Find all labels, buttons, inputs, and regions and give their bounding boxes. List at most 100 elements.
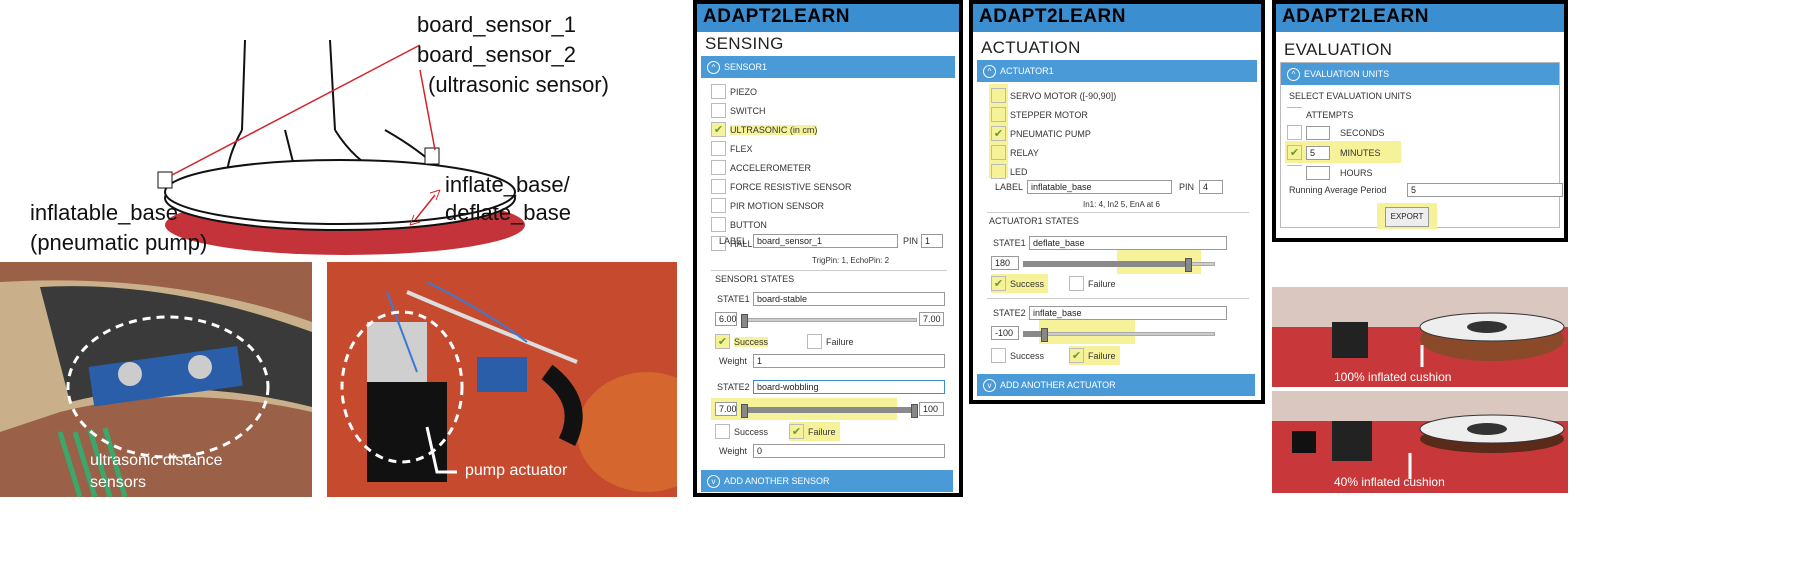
actuator-group-header[interactable]: ^ ACTUATOR1 — [977, 60, 1257, 82]
state1-failure[interactable]: Failure — [1069, 274, 1116, 293]
slider-thumb[interactable] — [1185, 258, 1192, 272]
checkbox[interactable] — [991, 348, 1006, 363]
unit-value[interactable] — [1306, 125, 1330, 140]
option-servo[interactable]: SERVO MOTOR ([-90,90]) — [991, 86, 1243, 105]
slider-fill — [1023, 331, 1041, 337]
checkbox[interactable] — [991, 164, 1006, 179]
state1-min-input[interactable]: 6.00 — [715, 312, 737, 326]
option-pir[interactable]: PIR MOTION SENSOR — [711, 196, 945, 215]
checkbox[interactable] — [1287, 165, 1302, 180]
add-sensor-button[interactable]: v ADD ANOTHER SENSOR — [701, 470, 953, 492]
state2-failure[interactable]: ✔ Failure — [1069, 346, 1120, 365]
state1-name-input[interactable]: deflate_base — [1029, 236, 1227, 250]
state2-name-input[interactable]: board-wobbling — [753, 380, 945, 394]
success-label: Success — [734, 336, 769, 347]
checkbox-checked[interactable]: ✔ — [1069, 348, 1084, 363]
checkbox-checked[interactable]: ✔ — [1287, 145, 1302, 160]
unit-attempts[interactable]: ATTEMPTS — [1287, 105, 1353, 124]
pin-input[interactable]: 1 — [921, 234, 943, 248]
unit-label: ATTEMPTS — [1306, 109, 1354, 120]
checkbox[interactable] — [711, 198, 726, 213]
option-piezo[interactable]: PIEZO — [711, 82, 945, 101]
checkbox-checked[interactable]: ✔ — [991, 276, 1006, 291]
sensor-group-header[interactable]: ^ SENSOR1 — [701, 56, 955, 78]
option-label: PIR MOTION SENSOR — [730, 200, 825, 211]
export-button[interactable]: EXPORT — [1385, 207, 1429, 227]
state1-failure[interactable]: Failure — [807, 332, 854, 351]
label-input[interactable]: board_sensor_1 — [753, 234, 898, 248]
checkbox[interactable] — [711, 103, 726, 118]
checkbox[interactable] — [711, 84, 726, 99]
checkbox[interactable] — [711, 141, 726, 156]
section-title: SENSING — [705, 34, 784, 53]
state1-success[interactable]: ✔ Success — [991, 274, 1049, 293]
success-label: Success — [734, 426, 769, 437]
checkbox[interactable] — [711, 217, 726, 232]
state1-value-input[interactable]: 180 — [991, 256, 1019, 270]
option-flex[interactable]: FLEX — [711, 139, 945, 158]
state2-slider[interactable] — [1023, 328, 1215, 342]
state2-success[interactable]: Success — [991, 346, 1044, 365]
option-label: RELAY — [1010, 147, 1039, 158]
checkbox[interactable] — [711, 160, 726, 175]
checkbox[interactable] — [991, 145, 1006, 160]
slider-thumb[interactable] — [741, 404, 748, 418]
checkbox-checked[interactable]: ✔ — [711, 122, 726, 137]
state1-success[interactable]: ✔ Success — [715, 332, 769, 351]
checkbox[interactable] — [807, 334, 822, 349]
evaluation-group-header[interactable]: ^ EVALUATION UNITS — [1281, 63, 1559, 85]
option-button[interactable]: BUTTON — [711, 215, 945, 234]
success-label: Success — [1010, 278, 1045, 289]
state1-slider[interactable] — [1023, 258, 1215, 272]
option-force[interactable]: FORCE RESISTIVE SENSOR — [711, 177, 945, 196]
state2-value-input[interactable]: -100 — [991, 326, 1019, 340]
checkbox[interactable] — [711, 179, 726, 194]
slider-thumb[interactable] — [1041, 328, 1048, 342]
slider-thumb[interactable] — [741, 314, 748, 328]
unit-value[interactable] — [1306, 165, 1330, 180]
checkbox[interactable] — [991, 107, 1006, 122]
unit-value[interactable]: 5 — [1306, 145, 1330, 160]
option-ultrasonic[interactable]: ✔ ULTRASONIC (in cm) — [711, 120, 945, 139]
state2-name-input[interactable]: inflate_base — [1029, 306, 1227, 320]
state2-failure[interactable]: ✔ Failure — [789, 422, 840, 441]
checkbox[interactable] — [715, 424, 730, 439]
option-led[interactable]: LED — [991, 162, 1243, 181]
option-stepper[interactable]: STEPPER MOTOR — [991, 105, 1243, 124]
state2-weight-input[interactable]: 0 — [753, 444, 945, 458]
unit-seconds[interactable]: SECONDS — [1287, 123, 1385, 142]
checkbox[interactable] — [991, 88, 1006, 103]
checkbox[interactable] — [1069, 276, 1084, 291]
state2-range-slider[interactable] — [741, 404, 918, 418]
state1-max-input[interactable]: 7.00 — [919, 312, 944, 326]
checkbox-checked[interactable]: ✔ — [789, 424, 804, 439]
state2-min-input[interactable]: 7.00 — [715, 402, 737, 416]
option-label: FORCE RESISTIVE SENSOR — [730, 181, 852, 192]
section-title: EVALUATION — [1284, 40, 1393, 59]
slider-thumb[interactable] — [911, 404, 918, 418]
pin-input[interactable]: 4 — [1199, 180, 1223, 194]
checkbox-checked[interactable]: ✔ — [715, 334, 730, 349]
running-average-input[interactable]: 5 — [1407, 183, 1563, 197]
unit-minutes[interactable]: ✔ 5 MINUTES — [1287, 143, 1381, 162]
option-switch[interactable]: SWITCH — [711, 101, 945, 120]
option-accelerometer[interactable]: ACCELEROMETER — [711, 158, 945, 177]
state1-name-input[interactable]: board-stable — [753, 292, 945, 306]
state1-caption: STATE1 — [993, 238, 1026, 248]
state1-range-slider[interactable] — [741, 314, 917, 328]
checkbox-checked[interactable]: ✔ — [991, 126, 1006, 141]
checkbox[interactable] — [1287, 125, 1302, 140]
state2-success[interactable]: Success — [715, 422, 768, 441]
state2-max-input[interactable]: 100 — [919, 402, 944, 416]
label-caption: LABEL — [719, 236, 748, 246]
unit-hours[interactable]: HOURS — [1287, 163, 1373, 182]
app-title: ADAPT2LEARN — [1276, 4, 1564, 32]
add-actuator-button[interactable]: v ADD ANOTHER ACTUATOR — [977, 374, 1255, 396]
pin-hint: TrigPin: 1, EchoPin: 2 — [812, 256, 890, 265]
group-label: EVALUATION UNITS — [1304, 69, 1390, 79]
option-relay[interactable]: RELAY — [991, 143, 1243, 162]
option-pneumatic[interactable]: ✔ PNEUMATIC PUMP — [991, 124, 1243, 143]
state1-weight-input[interactable]: 1 — [753, 354, 945, 368]
label-input[interactable]: inflatable_base — [1027, 180, 1172, 194]
checkbox[interactable] — [1287, 107, 1302, 122]
